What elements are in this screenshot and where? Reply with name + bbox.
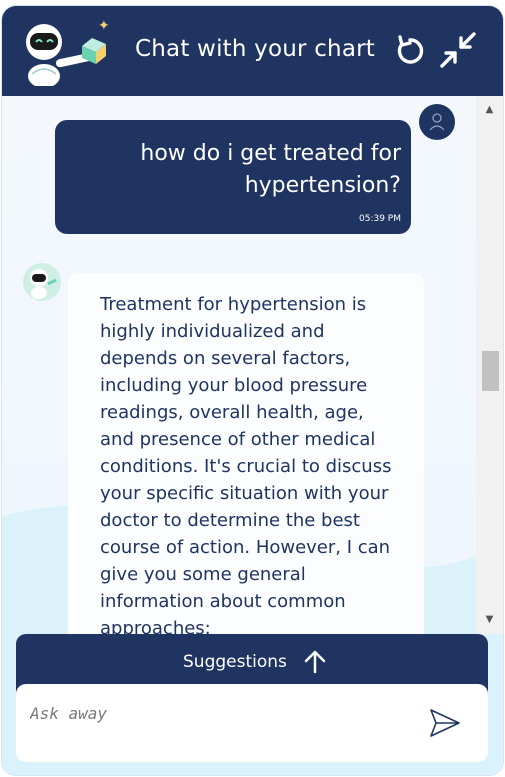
- refresh-icon: [397, 35, 424, 64]
- robot-icon: [23, 263, 61, 301]
- user-avatar: [419, 104, 455, 140]
- scroll-down-arrow-icon[interactable]: ▼: [476, 610, 503, 630]
- scrollbar[interactable]: ▲ ▼: [476, 96, 503, 634]
- scroll-up-arrow-icon[interactable]: ▲: [476, 100, 503, 120]
- chat-title: Chat with your chart: [135, 36, 375, 62]
- chat-widget: ✦ Chat with your chart how do i get trea…: [2, 6, 503, 775]
- bot-avatar: [22, 262, 62, 302]
- refresh-button[interactable]: [390, 30, 430, 70]
- collapse-icon: [440, 32, 476, 68]
- chat-header: ✦ Chat with your chart: [2, 6, 503, 96]
- scrollbar-thumb[interactable]: [482, 351, 499, 391]
- bot-message: Treatment for hypertension is highly ind…: [68, 273, 424, 634]
- message-timestamp: 05:39 PM: [359, 214, 401, 224]
- arrow-up-icon: [304, 650, 326, 674]
- user-message-text: how do i get treated for hypertension?: [140, 141, 401, 198]
- svg-text:✦: ✦: [98, 18, 110, 34]
- bot-message-text: Treatment for hypertension is highly ind…: [100, 294, 392, 634]
- send-icon[interactable]: [428, 706, 462, 740]
- collapse-button[interactable]: [438, 30, 478, 70]
- composer: Suggestions: [2, 634, 503, 775]
- message-input-box: [16, 684, 488, 762]
- chat-history[interactable]: how do i get treated for hypertension? 0…: [2, 96, 476, 634]
- user-icon: [429, 113, 445, 131]
- robot-with-book-icon: ✦: [20, 18, 116, 88]
- ask-input[interactable]: [28, 700, 412, 726]
- suggestions-label: Suggestions: [183, 652, 287, 672]
- user-message: how do i get treated for hypertension? 0…: [55, 120, 411, 234]
